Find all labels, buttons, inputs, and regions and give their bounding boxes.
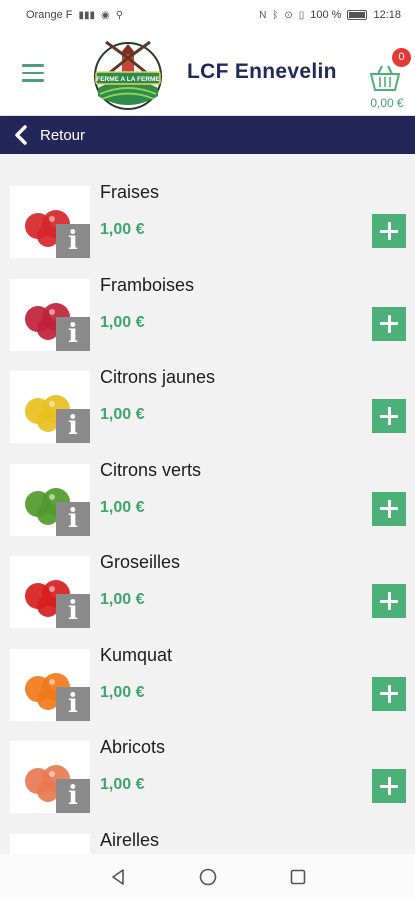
info-icon[interactable]: i [56, 686, 90, 721]
app-title: LCF Ennevelin [187, 60, 337, 83]
carrier-name: Orange F [26, 9, 73, 21]
info-icon[interactable]: i [56, 594, 90, 628]
battery-icon [347, 10, 368, 20]
product-item[interactable]: i Framboises 1,00 € [0, 267, 415, 360]
product-list: i Fraises 1,00 € i Framboises 1,00 € i Citrons … [0, 154, 415, 854]
product-image: i [10, 833, 90, 854]
signal-icon: ▮▮▮ [78, 9, 95, 21]
product-item[interactable]: i Kumquat 1,00 € [0, 637, 415, 730]
product-image: i [10, 741, 90, 813]
cart-total: 0,00 € [370, 96, 404, 110]
back-label: Retour [40, 126, 86, 144]
add-to-cart-button[interactable] [372, 584, 406, 618]
product-price: 1,00 € [100, 683, 145, 701]
app-bar: FERME A LA FERME LCF Ennevelin 0 0,00 € [0, 30, 415, 116]
info-icon[interactable]: i [56, 409, 90, 443]
info-icon[interactable]: i [56, 316, 90, 351]
nfc-icon: N [259, 9, 267, 21]
add-to-cart-button[interactable] [372, 306, 406, 341]
status-left: Orange F ▮▮▮ ◉ ⚲ [26, 9, 123, 21]
product-price: 1,00 € [100, 776, 145, 793]
product-image: i [10, 648, 90, 721]
status-bar: Orange F ▮▮▮ ◉ ⚲ N ᛒ ⊙ ▯ 100 % 12:18 [0, 0, 415, 30]
vibrate-icon: ▯ [298, 9, 305, 21]
usb-icon: ⚲ [115, 9, 124, 21]
product-name: Fraises [100, 182, 160, 202]
product-item[interactable]: i Citrons jaunes 1,00 € [0, 359, 415, 452]
product-item[interactable]: i Groseilles 1,00 € [0, 544, 415, 637]
product-item[interactable]: i Abricots 1,00 € [0, 729, 415, 822]
brand-logo: FERME A LA FERME [86, 36, 170, 112]
battery-percent: 100 % [310, 9, 342, 21]
product-item[interactable]: i Citrons verts 1,00 € [0, 452, 415, 545]
product-name: Citrons jaunes [100, 367, 216, 387]
nav-recents-icon[interactable] [288, 867, 308, 887]
cart-button[interactable]: 0 0,00 € [364, 48, 411, 112]
bluetooth-icon: ᛒ [272, 9, 279, 21]
product-image: i [10, 556, 90, 628]
product-price: 1,00 € [100, 498, 145, 516]
add-to-cart-button[interactable] [372, 399, 406, 433]
info-icon[interactable]: i [56, 501, 90, 536]
add-to-cart-button[interactable] [372, 491, 406, 526]
nav-home-icon[interactable] [198, 867, 218, 887]
logo-text: FERME A LA FERME [96, 76, 160, 83]
product-image: i [10, 278, 90, 351]
location-icon: ⊙ [284, 9, 293, 21]
eye-icon: ◉ [100, 9, 110, 21]
cart-count-badge: 0 [392, 48, 411, 67]
product-name: Airelles [100, 829, 160, 850]
add-to-cart-button[interactable] [372, 214, 406, 248]
product-name: Framboises [100, 274, 195, 295]
info-icon[interactable]: i [56, 224, 90, 258]
back-button[interactable]: Retour [0, 116, 415, 154]
product-image: i [10, 186, 90, 258]
add-to-cart-button[interactable] [372, 676, 406, 711]
product-image: i [10, 371, 90, 443]
product-price: 1,00 € [100, 221, 145, 238]
product-name: Abricots [100, 737, 166, 757]
add-to-cart-button[interactable] [372, 769, 406, 803]
basket-icon [369, 65, 401, 91]
hamburger-menu-icon[interactable] [22, 64, 44, 82]
product-name: Groseilles [100, 552, 181, 572]
product-price: 1,00 € [100, 406, 145, 423]
system-navigation-bar [0, 854, 415, 900]
product-item[interactable]: i Airelles [0, 822, 415, 854]
product-image: i [10, 463, 90, 536]
nav-back-icon[interactable] [108, 867, 128, 887]
status-right: N ᛒ ⊙ ▯ 100 % 12:18 [259, 9, 401, 21]
product-price: 1,00 € [100, 313, 145, 331]
clock: 12:18 [373, 9, 401, 21]
info-icon[interactable]: i [56, 779, 90, 813]
product-name: Kumquat [100, 644, 173, 665]
product-item[interactable]: i Fraises 1,00 € [0, 174, 415, 267]
product-name: Citrons verts [100, 459, 202, 480]
product-price: 1,00 € [100, 591, 145, 608]
chevron-left-icon [15, 125, 27, 145]
